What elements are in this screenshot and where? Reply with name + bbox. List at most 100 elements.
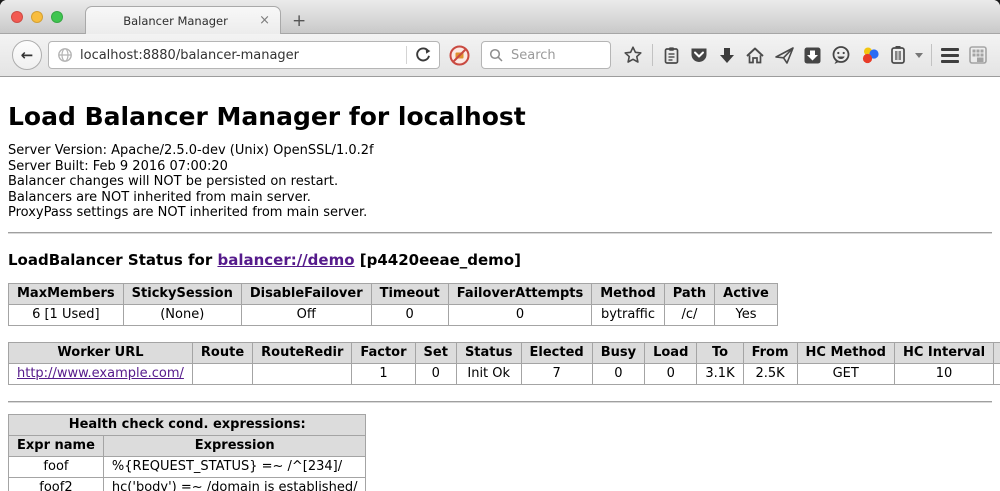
plugin-blocked-icon[interactable] [449,45,470,66]
table-row: 6 [1 Used] (None) Off 0 0 bytraffic /c/ … [9,304,778,325]
navigation-toolbar: ← localhost:8880/balancer-manager [0,34,1000,77]
panel-download-icon[interactable] [803,46,822,65]
server-info: Server Version: Apache/2.5.0-dev (Unix) … [8,143,992,221]
col-expression: Expression [103,435,366,456]
col-passes: Passes [994,342,1000,363]
cell-path: /c/ [664,304,714,325]
container-battery-icon[interactable] [890,45,906,65]
proxypass-notice-line: ProxyPass settings are NOT inherited fro… [8,205,992,221]
server-built-line: Server Built: Feb 9 2016 07:00:20 [8,159,992,175]
cell-failoverattempts: 0 [448,304,592,325]
cell-stickysession: (None) [123,304,241,325]
cell-from: 2.5K [743,363,797,384]
cell-method: bytraffic [592,304,664,325]
loadbalancer-heading: LoadBalancer Status for balancer://demo … [8,251,992,269]
col-disablefailover: DisableFailover [241,283,371,304]
minimize-window-button[interactable] [31,11,43,23]
browser-window: Balancer Manager × + ← localhost:8880/ba… [0,0,1000,491]
cell-hc-interval: 10 [894,363,993,384]
cell-passes: 1 (0) [994,363,1000,384]
col-path: Path [664,283,714,304]
globe-icon [57,47,73,63]
cell-timeout: 0 [371,304,448,325]
cell-busy: 0 [592,363,644,384]
loadbalancer-heading-prefix: LoadBalancer Status for [8,251,217,269]
cell-worker-url: http://www.example.com/ [9,363,193,384]
loadbalancer-heading-suffix: [p4420eeae_demo] [355,251,521,269]
col-routeredir: RouteRedir [253,342,352,363]
table-row: http://www.example.com/ 1 0 Init Ok 7 0 … [9,363,1000,384]
menu-hamburger-icon[interactable] [941,48,959,63]
col-active: Active [715,283,778,304]
table-header-row: MaxMembers StickySession DisableFailover… [9,283,778,304]
health-check-table: Health check cond. expressions: Expr nam… [8,414,366,491]
back-button[interactable]: ← [12,40,42,70]
address-bar[interactable]: localhost:8880/balancer-manager [48,41,440,69]
reload-icon[interactable] [415,47,431,63]
worker-table: Worker URL Route RouteRedir Factor Set S… [8,342,1000,385]
close-window-button[interactable] [11,11,23,23]
send-plane-icon[interactable] [774,46,795,65]
cell-maxmembers: 6 [1 Used] [9,304,124,325]
col-load: Load [645,342,697,363]
col-hc-method: HC Method [797,342,894,363]
search-bar[interactable] [481,41,611,69]
colored-dots-extension-icon[interactable] [860,45,881,66]
table-row: foof2 hc('body') =~ /domain is establish… [9,477,366,491]
server-version-line: Server Version: Apache/2.5.0-dev (Unix) … [8,143,992,159]
toolbar-separator [931,44,932,66]
cell-route [192,363,252,384]
cell-expression: hc('body') =~ /domain is established/ [103,477,366,491]
col-worker-url: Worker URL [9,342,193,363]
urlbar-separator [406,46,407,64]
toolbar-icons [623,44,988,66]
search-input[interactable] [509,47,599,64]
zoom-window-button[interactable] [51,11,63,23]
home-icon[interactable] [745,46,765,65]
worker-url-link[interactable]: http://www.example.com/ [17,366,184,381]
traffic-lights [11,11,63,23]
col-failoverattempts: FailoverAttempts [448,283,592,304]
pocket-icon[interactable] [689,45,709,65]
cell-load: 0 [645,363,697,384]
table-title-row: Health check cond. expressions: [9,414,366,435]
balancer-demo-link[interactable]: balancer://demo [217,251,354,269]
feedback-smiley-icon[interactable] [831,45,851,65]
col-set: Set [415,342,456,363]
toolbar-separator [652,44,653,66]
tab-groups-icon[interactable] [968,45,988,65]
balancers-notice-line: Balancers are NOT inherited from main se… [8,190,992,206]
cell-hc-method: GET [797,363,894,384]
col-route: Route [192,342,252,363]
new-tab-button[interactable]: + [292,13,306,30]
cell-active: Yes [715,304,778,325]
url-text[interactable]: localhost:8880/balancer-manager [80,48,398,63]
titlebar: Balancer Manager × + [0,0,1000,34]
col-status: Status [456,342,521,363]
reading-list-icon[interactable] [662,46,681,65]
tab-balancer-manager[interactable]: Balancer Manager × [85,6,281,34]
col-to: To [697,342,743,363]
cell-elected: 7 [521,363,592,384]
col-expr-name: Expr name [9,435,104,456]
tab-close-icon[interactable]: × [257,13,272,28]
bookmark-star-icon[interactable] [623,45,643,65]
col-from: From [743,342,797,363]
cell-status: Init Ok [456,363,521,384]
table-row: foof %{REQUEST_STATUS} =~ /^[234]/ [9,456,366,477]
downloads-arrow-icon[interactable] [718,46,736,65]
cell-expr-name: foof [9,456,104,477]
persist-notice-line: Balancer changes will NOT be persisted o… [8,174,992,190]
health-check-title: Health check cond. expressions: [9,414,366,435]
tab-title: Balancer Manager [94,14,257,28]
col-method: Method [592,283,664,304]
table-header-row: Expr name Expression [9,435,366,456]
chevron-down-icon[interactable] [915,53,923,58]
col-busy: Busy [592,342,644,363]
divider [8,401,992,403]
col-elected: Elected [521,342,592,363]
col-stickysession: StickySession [123,283,241,304]
cell-expr-name: foof2 [9,477,104,491]
page-content: Load Balancer Manager for localhost Serv… [0,77,1000,491]
search-icon [489,48,503,62]
